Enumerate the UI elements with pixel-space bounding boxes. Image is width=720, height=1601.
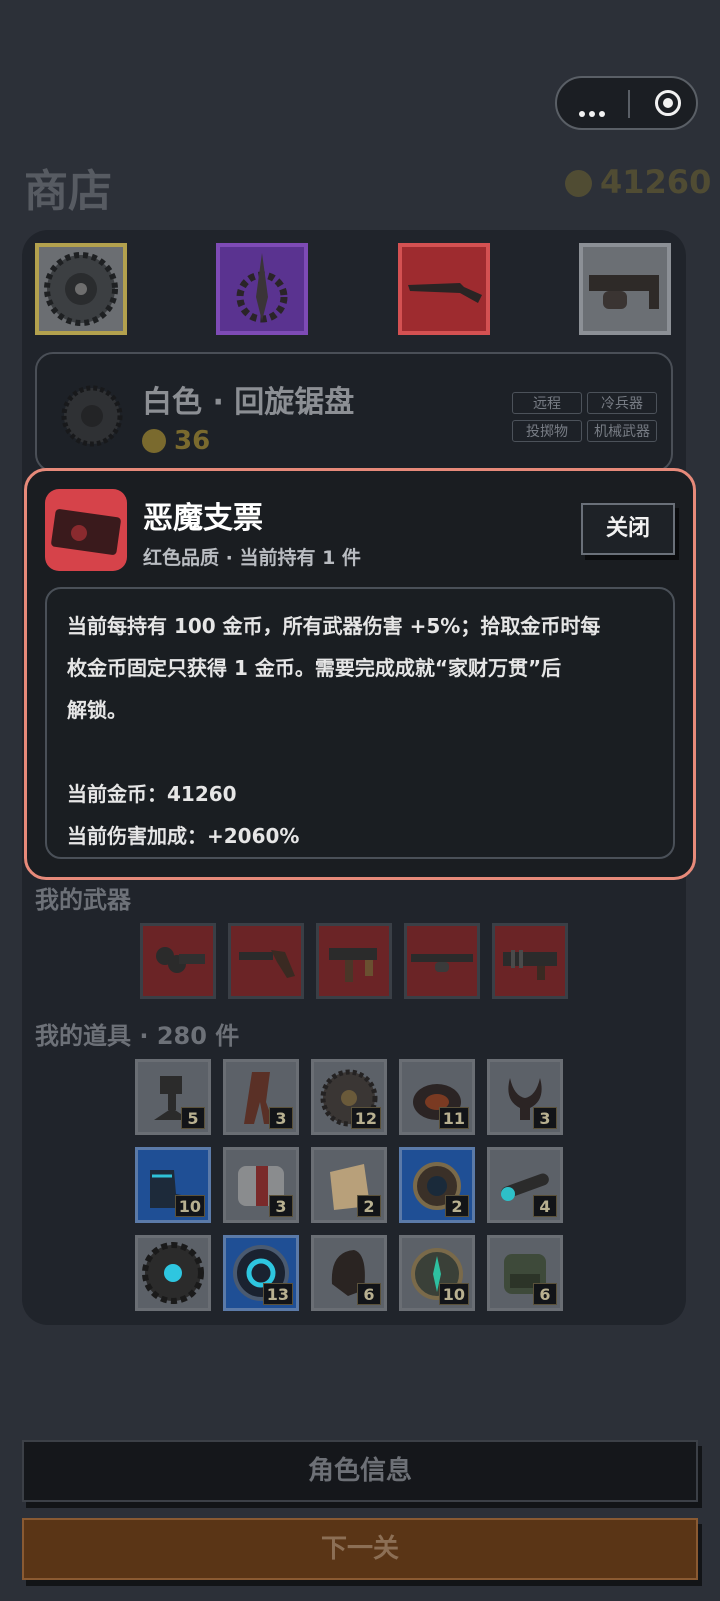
current-coins-line: 当前金币：41260 <box>67 782 237 806</box>
shop-title: 商店 <box>24 166 112 217</box>
selected-item-name: 白色 · 回旋锯盘 <box>142 385 355 420</box>
saw-blade-icon <box>44 252 118 326</box>
item-count: 4 <box>533 1195 557 1217</box>
item-count: 6 <box>357 1283 381 1305</box>
demon-check-icon <box>45 489 127 571</box>
item-slot[interactable]: 10 <box>135 1147 211 1223</box>
shop-slot-heavy-gun[interactable] <box>579 243 671 335</box>
desc-spacer <box>67 731 653 773</box>
desc-line: 枚金币固定只获得 1 金币。需要完成成就“家财万贯”后 <box>67 656 562 680</box>
next-level-button[interactable]: 下一关 <box>22 1518 698 1580</box>
cog-core-icon <box>142 1242 204 1304</box>
shop-slot-dagger-emblem[interactable] <box>216 243 308 335</box>
weapon-slot[interactable] <box>316 923 392 999</box>
item-count: 13 <box>262 1283 293 1305</box>
item-slot[interactable]: 13 <box>223 1235 299 1311</box>
selected-saw-icon <box>58 382 126 450</box>
item-slot[interactable]: 3 <box>487 1059 563 1135</box>
price-coin-icon <box>142 429 166 453</box>
dagger-emblem-icon <box>236 253 288 323</box>
weapon-slot[interactable] <box>228 923 304 999</box>
item-slot[interactable]: 3 <box>223 1059 299 1135</box>
item-slot[interactable]: 3 <box>223 1147 299 1223</box>
item-slot[interactable]: 2 <box>311 1147 387 1223</box>
tag-ranged: 远程 <box>512 392 582 414</box>
item-slot[interactable]: 12 <box>311 1059 387 1135</box>
desc-line: 当前每持有 100 金币，所有武器伤害 +5%；拾取金币时每 <box>67 614 601 638</box>
item-detail-modal: 恶魔支票 红色品质 · 当前持有 1 件 关闭 当前每持有 100 金币，所有武… <box>24 468 696 880</box>
weapon-slot[interactable] <box>140 923 216 999</box>
role-info-button[interactable]: 角色信息 <box>22 1440 698 1502</box>
item-count: 10 <box>174 1195 205 1217</box>
item-slot[interactable]: 10 <box>399 1235 475 1311</box>
selected-item-price: 36 <box>142 426 210 456</box>
item-count: 3 <box>533 1107 557 1129</box>
item-slot[interactable] <box>135 1235 211 1311</box>
target-icon[interactable] <box>655 90 681 116</box>
shop-slot-shotgun[interactable] <box>398 243 490 335</box>
modal-item-name: 恶魔支票 <box>143 501 263 536</box>
item-slot[interactable]: 6 <box>487 1235 563 1311</box>
capsule-divider <box>628 90 630 118</box>
coin-counter: 41260 <box>565 163 711 201</box>
plasma-gun-icon <box>503 950 557 980</box>
item-count: 3 <box>269 1107 293 1129</box>
item-slot[interactable]: 2 <box>399 1147 475 1223</box>
item-count: 11 <box>438 1107 469 1129</box>
item-count: 12 <box>350 1107 381 1129</box>
item-slot[interactable]: 11 <box>399 1059 475 1135</box>
revolver-icon <box>239 950 295 978</box>
mini-program-capsule <box>555 76 698 130</box>
weapons-section-label: 我的武器 <box>35 886 131 914</box>
modal-item-subtitle: 红色品质 · 当前持有 1 件 <box>143 547 361 569</box>
item-slot[interactable]: 6 <box>311 1235 387 1311</box>
item-count: 10 <box>438 1283 469 1305</box>
coin-icon <box>565 170 592 197</box>
tag-mechanical: 机械武器 <box>587 420 657 442</box>
shotgun-icon <box>411 954 473 972</box>
weapon-slot[interactable] <box>492 923 568 999</box>
items-section-label: 我的道具 · 280 件 <box>35 1022 240 1050</box>
item-count: 3 <box>269 1195 293 1217</box>
item-count: 6 <box>533 1283 557 1305</box>
modal-description: 当前每持有 100 金币，所有武器伤害 +5%；拾取金币时每 枚金币固定只获得 … <box>45 587 675 859</box>
shotgun-icon <box>408 283 482 303</box>
item-count: 2 <box>445 1195 469 1217</box>
weapon-slot[interactable] <box>404 923 480 999</box>
item-count: 5 <box>181 1107 205 1129</box>
drum-launcher-icon <box>156 947 205 973</box>
tag-throwable: 投掷物 <box>512 420 582 442</box>
item-slot[interactable]: 5 <box>135 1059 211 1135</box>
item-slot[interactable]: 4 <box>487 1147 563 1223</box>
heavy-gun-icon <box>589 275 659 309</box>
smg-icon <box>329 948 377 982</box>
close-button[interactable]: 关闭 <box>581 503 675 555</box>
tag-cold-weapon: 冷兵器 <box>587 392 657 414</box>
damage-bonus-line: 当前伤害加成：+2060% <box>67 824 300 848</box>
more-dots-icon[interactable] <box>579 102 609 121</box>
item-count: 2 <box>357 1195 381 1217</box>
desc-line: 解锁。 <box>67 698 127 722</box>
shop-slot-saw-blade[interactable] <box>35 243 127 335</box>
